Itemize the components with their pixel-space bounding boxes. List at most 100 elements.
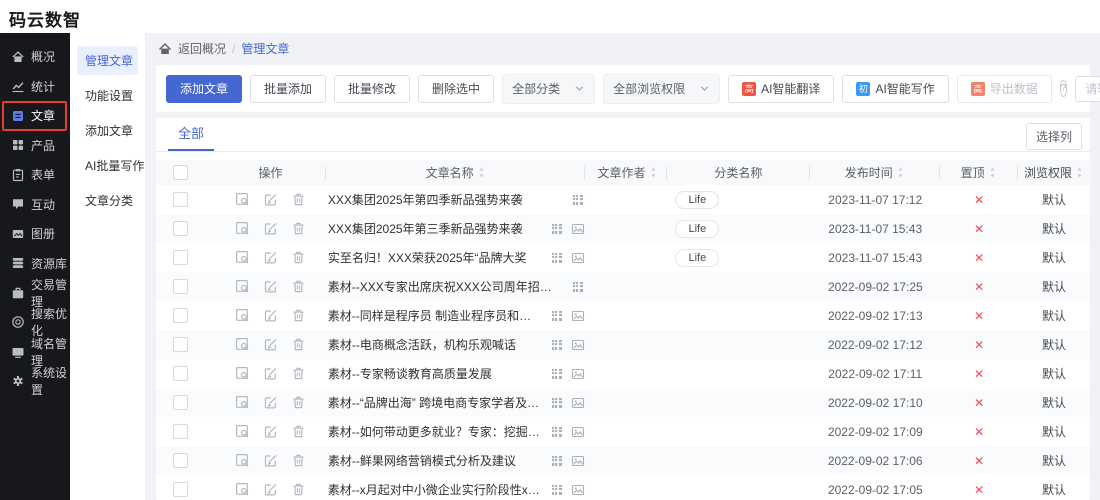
- thumbnail-icon[interactable]: [571, 425, 585, 439]
- thumbnail-icon[interactable]: [571, 222, 585, 236]
- thumbnail-icon[interactable]: [571, 251, 585, 265]
- column-header-time[interactable]: 发布时间: [810, 166, 940, 180]
- delete-article-button[interactable]: [291, 424, 306, 439]
- qr-code-icon[interactable]: [550, 425, 564, 439]
- row-checkbox[interactable]: [173, 192, 188, 207]
- row-checkbox[interactable]: [173, 308, 188, 323]
- preview-article-button[interactable]: [235, 279, 250, 294]
- column-header-name[interactable]: 文章名称: [328, 166, 585, 180]
- row-checkbox[interactable]: [173, 395, 188, 410]
- thumbnail-icon[interactable]: [571, 309, 585, 323]
- permission-filter-select[interactable]: 全部浏览权限: [603, 74, 720, 104]
- row-checkbox[interactable]: [173, 221, 188, 236]
- preview-article-button[interactable]: [235, 308, 250, 323]
- qr-code-icon[interactable]: [550, 309, 564, 323]
- add-article-button[interactable]: 添加文章: [166, 75, 242, 103]
- column-header-pinned[interactable]: 置顶: [940, 166, 1018, 180]
- row-checkbox[interactable]: [173, 366, 188, 381]
- row-checkbox[interactable]: [173, 250, 188, 265]
- qr-code-icon[interactable]: [550, 483, 564, 497]
- pinned-off-mark[interactable]: ✕: [974, 222, 984, 236]
- sidebar-item-interaction[interactable]: 互动: [0, 190, 70, 220]
- select-all-checkbox[interactable]: [173, 165, 188, 180]
- edit-article-button[interactable]: [263, 337, 278, 352]
- sidebar-item-gallery[interactable]: 图册: [0, 219, 70, 249]
- delete-article-button[interactable]: [291, 250, 306, 265]
- delete-article-button[interactable]: [291, 453, 306, 468]
- edit-article-button[interactable]: [263, 453, 278, 468]
- sidebar-item-overview[interactable]: 概况: [0, 42, 70, 72]
- qr-code-icon[interactable]: [550, 251, 564, 265]
- preview-article-button[interactable]: [235, 366, 250, 381]
- sidebar-item-seo[interactable]: 搜索优化: [0, 308, 70, 338]
- thumbnail-icon[interactable]: [571, 367, 585, 381]
- search-input[interactable]: [1083, 81, 1100, 97]
- edit-article-button[interactable]: [263, 308, 278, 323]
- preview-article-button[interactable]: [235, 250, 250, 265]
- pinned-off-mark[interactable]: ✕: [974, 309, 984, 323]
- pinned-off-mark[interactable]: ✕: [974, 454, 984, 468]
- delete-article-button[interactable]: [291, 221, 306, 236]
- sidebar-item-stats[interactable]: 统计: [0, 72, 70, 102]
- preview-article-button[interactable]: [235, 424, 250, 439]
- edit-article-button[interactable]: [263, 482, 278, 497]
- preview-article-button[interactable]: [235, 337, 250, 352]
- pinned-off-mark[interactable]: ✕: [974, 483, 984, 497]
- ai-translate-button[interactable]: 高 AI智能翻译: [728, 75, 834, 103]
- breadcrumb-back[interactable]: 返回概况: [178, 40, 226, 57]
- submenu-item-ai-batch-writing[interactable]: AI批量写作: [77, 151, 138, 180]
- ai-write-button[interactable]: 初 AI智能写作: [842, 75, 948, 103]
- tab-all[interactable]: 全部: [168, 118, 214, 151]
- sidebar-item-settings[interactable]: 系统设置: [0, 367, 70, 397]
- delete-article-button[interactable]: [291, 279, 306, 294]
- pinned-off-mark[interactable]: ✕: [974, 193, 984, 207]
- column-select-button[interactable]: 选择列: [1026, 123, 1082, 150]
- row-checkbox[interactable]: [173, 424, 188, 439]
- column-header-author[interactable]: 文章作者: [589, 166, 668, 180]
- edit-article-button[interactable]: [263, 192, 278, 207]
- edit-article-button[interactable]: [263, 279, 278, 294]
- column-header-permission[interactable]: 浏览权限: [1018, 166, 1090, 180]
- qr-code-icon[interactable]: [550, 222, 564, 236]
- sort-icon[interactable]: [896, 166, 905, 179]
- delete-article-button[interactable]: [291, 337, 306, 352]
- sort-icon[interactable]: [1075, 166, 1084, 179]
- preview-article-button[interactable]: [235, 221, 250, 236]
- delete-article-button[interactable]: [291, 192, 306, 207]
- sidebar-item-domains[interactable]: 域名管理: [0, 337, 70, 367]
- qr-code-icon[interactable]: [550, 396, 564, 410]
- delete-article-button[interactable]: [291, 395, 306, 410]
- pinned-off-mark[interactable]: ✕: [974, 338, 984, 352]
- qr-code-icon[interactable]: [571, 280, 585, 294]
- thumbnail-icon[interactable]: [571, 454, 585, 468]
- sidebar-item-trade[interactable]: 交易管理: [0, 278, 70, 308]
- qr-code-icon[interactable]: [550, 454, 564, 468]
- thumbnail-icon[interactable]: [571, 396, 585, 410]
- batch-add-button[interactable]: 批量添加: [250, 75, 326, 103]
- sort-icon[interactable]: [477, 166, 486, 179]
- preview-article-button[interactable]: [235, 395, 250, 410]
- preview-article-button[interactable]: [235, 192, 250, 207]
- delete-article-button[interactable]: [291, 482, 306, 497]
- help-icon[interactable]: ?: [1060, 80, 1068, 97]
- export-data-button[interactable]: 高 导出数据: [957, 75, 1052, 103]
- edit-article-button[interactable]: [263, 424, 278, 439]
- delete-article-button[interactable]: [291, 308, 306, 323]
- sort-icon[interactable]: [988, 166, 997, 179]
- submenu-item-feature-settings[interactable]: 功能设置: [77, 81, 138, 110]
- qr-code-icon[interactable]: [571, 193, 585, 207]
- submenu-item-manage-articles[interactable]: 管理文章: [77, 46, 138, 75]
- sidebar-item-resources[interactable]: 资源库: [0, 249, 70, 279]
- qr-code-icon[interactable]: [550, 338, 564, 352]
- edit-article-button[interactable]: [263, 366, 278, 381]
- row-checkbox[interactable]: [173, 453, 188, 468]
- pinned-off-mark[interactable]: ✕: [974, 425, 984, 439]
- delete-article-button[interactable]: [291, 366, 306, 381]
- delete-selected-button[interactable]: 删除选中: [418, 75, 494, 103]
- pinned-off-mark[interactable]: ✕: [974, 367, 984, 381]
- sidebar-item-products[interactable]: 产品: [0, 131, 70, 161]
- preview-article-button[interactable]: [235, 482, 250, 497]
- batch-edit-button[interactable]: 批量修改: [334, 75, 410, 103]
- row-checkbox[interactable]: [173, 279, 188, 294]
- sidebar-item-articles[interactable]: 文章: [2, 101, 67, 131]
